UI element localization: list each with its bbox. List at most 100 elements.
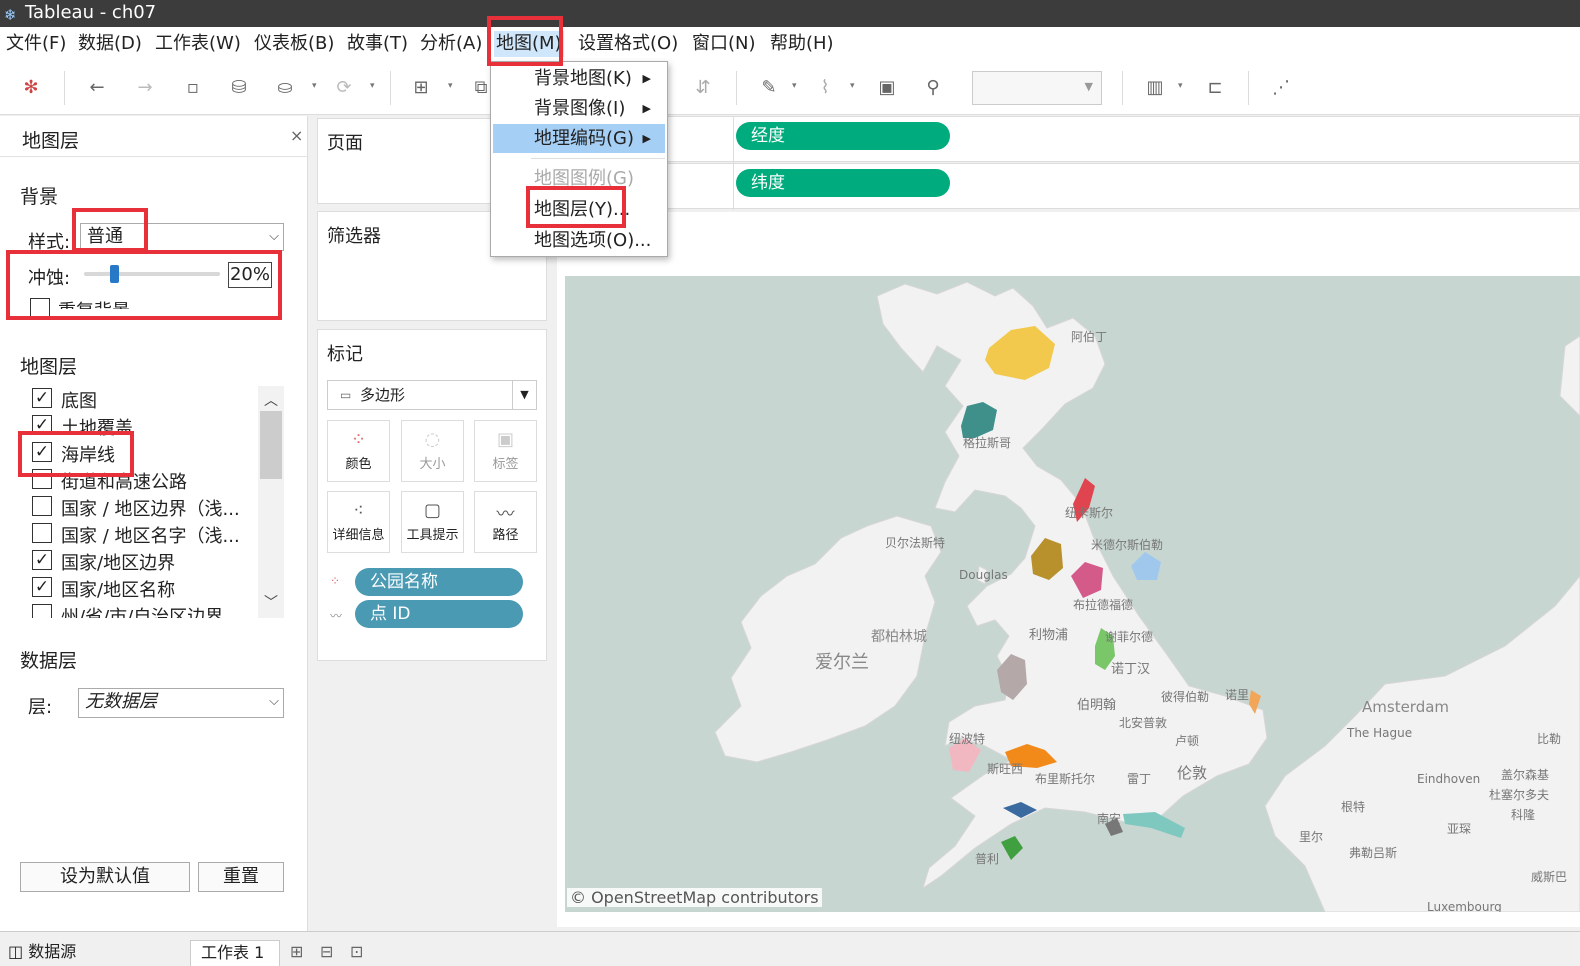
menu-story[interactable]: 故事(T) (345, 31, 410, 57)
refresh-dropdown-icon[interactable]: ▾ (370, 81, 375, 91)
group-icon[interactable]: ⌇ (812, 75, 838, 101)
layer-checkbox[interactable] (32, 604, 52, 618)
highlight-dropdown-icon[interactable]: ▾ (792, 81, 797, 91)
highlight-icon[interactable]: ✎ (756, 75, 782, 101)
map-label-lille: 里尔 (1299, 830, 1324, 844)
layer-label: 州/省/市/自治区边界 (61, 607, 224, 618)
longitude-pill[interactable]: 经度 (736, 122, 950, 150)
menu-data[interactable]: 数据(D) (76, 31, 144, 57)
set-default-button[interactable]: 设为默认值 (20, 862, 190, 892)
map-view[interactable]: 阿伯丁 格拉斯哥 纽卡斯尔 米德尔斯伯勒 贝尔法斯特 Douglas 布拉德福德… (565, 276, 1580, 912)
path-button[interactable]: 〰路径 (474, 491, 537, 553)
repeat-background-checkbox[interactable] (30, 298, 50, 318)
menu-item-map-legend: 地图图例(G) (493, 164, 665, 193)
map-canvas[interactable] (565, 276, 1580, 912)
columns-shelf[interactable] (557, 116, 1580, 163)
latitude-pill[interactable]: 纬度 (736, 169, 950, 197)
layer-list-scrollbar[interactable]: ︿ ﹀ (258, 386, 284, 618)
layer-checkbox[interactable] (32, 496, 52, 516)
new-worksheet-dropdown-icon[interactable]: ▾ (448, 81, 453, 91)
pause-updates-dropdown-icon[interactable]: ▾ (312, 81, 317, 91)
layer-checkbox[interactable]: ✓ (32, 442, 52, 462)
map-attribution[interactable]: © OpenStreetMap contributors (567, 888, 822, 907)
pin-icon[interactable]: ⚲ (920, 75, 946, 101)
tableau-home-icon[interactable]: ✻ (18, 75, 44, 101)
map-label-amsterdam: Amsterdam (1362, 698, 1450, 716)
save-icon[interactable]: ▫ (180, 75, 206, 101)
map-label-luxembourg: Luxembourg (1427, 900, 1502, 912)
map-label-bradford: 布拉德福德 (1073, 598, 1134, 612)
share-icon[interactable]: ⋰ (1268, 75, 1294, 101)
style-label: 样式: (28, 232, 71, 253)
menu-dashboard[interactable]: 仪表板(B) (252, 31, 336, 57)
submenu-arrow-icon: ▶ (642, 102, 651, 115)
forward-icon[interactable]: → (132, 75, 158, 101)
layer-checkbox[interactable] (32, 523, 52, 543)
new-dashboard-tab-icon[interactable]: ⊟ (320, 940, 333, 966)
menu-analysis[interactable]: 分析(A) (418, 31, 484, 57)
layer-checkbox[interactable]: ✓ (32, 577, 52, 597)
size-button[interactable]: ◌ 大小 (401, 420, 464, 482)
washout-slider[interactable] (84, 272, 220, 276)
chevron-down-icon[interactable]: ﹀ (264, 592, 278, 612)
new-datasource-icon[interactable]: ⛁ (226, 75, 252, 101)
sort-icon[interactable]: ⇵ (690, 75, 716, 101)
menu-item-background-maps[interactable]: 背景地图(K) ▶ (493, 64, 665, 93)
scrollbar-thumb[interactable] (260, 411, 282, 479)
reset-button[interactable]: 重置 (198, 862, 284, 892)
tooltip-button[interactable]: ▢ 工具提示 (401, 491, 464, 553)
sheet-tab[interactable]: 工作表 1 (190, 940, 280, 966)
chevron-up-icon[interactable]: ︿ (264, 390, 278, 410)
menu-help[interactable]: 帮助(H) (768, 31, 836, 57)
new-worksheet-tab-icon[interactable]: ⊞ (290, 940, 303, 966)
pause-updates-icon[interactable]: ⛀ (272, 75, 298, 101)
menu-file[interactable]: 文件(F) (4, 31, 68, 57)
data-layer-select[interactable]: 无数据层 ⌵ (78, 688, 284, 718)
status-bar: ◫ 数据源 工作表 1 ⊞ ⊟ ⊡ (0, 931, 1580, 966)
rows-shelf[interactable] (557, 163, 1580, 210)
map-label-london: 伦敦 (1177, 764, 1208, 782)
washout-label: 冲蚀: (28, 268, 71, 289)
menu-map[interactable]: 地图(M) (494, 31, 564, 57)
layer-checkbox[interactable]: ✓ (32, 550, 52, 570)
menu-item-background-images[interactable]: 背景图像(I) ▶ (493, 94, 665, 123)
map-label-cologne: 科隆 (1511, 808, 1536, 822)
show-me-dropdown-icon[interactable]: ▾ (1178, 81, 1183, 91)
color-button[interactable]: ⁘ 颜色 (327, 420, 390, 482)
refresh-icon[interactable]: ⟳ (331, 75, 357, 101)
show-labels-icon[interactable]: ▣ (874, 75, 900, 101)
style-select[interactable]: 普通 ⌵ (80, 223, 284, 251)
menu-item-geocoding[interactable]: 地理编码(G) ▶ (493, 124, 665, 153)
mark-type-dropdown[interactable]: ▭ 多边形 ▼ (327, 380, 537, 410)
new-story-tab-icon[interactable]: ⊡ (350, 940, 363, 966)
back-icon[interactable]: ← (84, 75, 110, 101)
menu-item-label: 地理编码(G) (534, 128, 634, 149)
menu-item-map-layers[interactable]: 地图层(Y)... (493, 195, 665, 224)
park-name-pill[interactable]: 公园名称 (355, 568, 523, 596)
layer-checkbox[interactable]: ✓ (32, 415, 52, 435)
polygon-icon: ▭ (340, 388, 352, 402)
label-icon: ▣ (496, 429, 514, 450)
menu-item-map-options[interactable]: 地图选项(O)... (493, 226, 665, 255)
show-me-icon[interactable]: ▥ (1142, 75, 1168, 101)
new-worksheet-icon[interactable]: ⊞ (408, 75, 434, 101)
detail-button[interactable]: ⁖ 详细信息 (327, 491, 390, 553)
close-icon[interactable]: × (290, 126, 303, 145)
map-label-dusseldorf: 杜塞尔多夫 (1489, 788, 1550, 802)
group-dropdown-icon[interactable]: ▾ (850, 81, 855, 91)
layer-checkbox[interactable] (32, 469, 52, 489)
datasource-tab[interactable]: ◫ 数据源 (8, 940, 76, 966)
layer-label: 街道和高速公路 (61, 472, 187, 493)
map-label-aberdeen: 阿伯丁 (1071, 330, 1108, 344)
menu-window[interactable]: 窗口(N) (690, 31, 758, 57)
washout-input[interactable]: 20% (228, 262, 272, 288)
layer-checkbox[interactable]: ✓ (32, 388, 52, 408)
washout-slider-thumb[interactable] (110, 265, 119, 283)
menu-format[interactable]: 设置格式(O) (576, 31, 680, 57)
fit-width-combobox[interactable]: ▼ (972, 71, 1102, 105)
presentation-icon[interactable]: ⊏ (1202, 75, 1228, 101)
menu-worksheet[interactable]: 工作表(W) (153, 31, 243, 57)
label-button[interactable]: ▣ 标签 (474, 420, 537, 482)
point-id-pill[interactable]: 点 ID (355, 600, 523, 628)
menu-item-label: 地图图例(G) (534, 168, 634, 189)
